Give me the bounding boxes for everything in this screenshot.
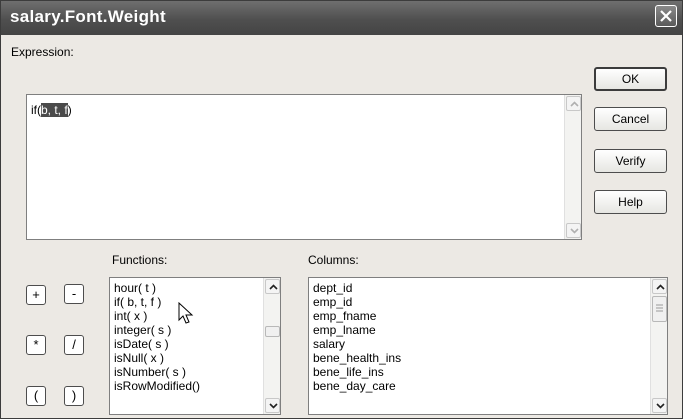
chevron-up-icon [570, 101, 579, 107]
minus-button[interactable]: - [64, 284, 84, 304]
open-paren-button[interactable]: ( [26, 386, 46, 406]
expression-dialog: salary.Font.Weight Expression: if(b, t, … [0, 0, 683, 419]
expression-text[interactable]: if(b, t, f) [31, 103, 72, 117]
close-paren-button[interactable]: ) [64, 386, 84, 406]
functions-scrollbar[interactable] [263, 278, 280, 414]
columns-scrollbar[interactable] [650, 278, 667, 414]
expression-prefix: if( [31, 103, 41, 117]
help-button[interactable]: Help [594, 190, 667, 214]
grip-icon [656, 304, 663, 312]
function-item[interactable]: if( b, t, f ) [114, 295, 161, 309]
expression-label: Expression: [11, 45, 74, 59]
scroll-up-button[interactable] [652, 279, 667, 294]
chevron-up-icon [269, 284, 278, 290]
scroll-thumb[interactable] [265, 326, 280, 337]
chevron-up-icon [656, 284, 665, 290]
window-title: salary.Font.Weight [10, 7, 166, 26]
scroll-down-button[interactable] [265, 398, 280, 413]
expression-suffix: ) [67, 103, 72, 117]
column-item[interactable]: emp_lname [313, 323, 376, 337]
chevron-down-icon [656, 403, 665, 409]
function-item[interactable]: int( x ) [114, 309, 147, 323]
expression-scrollbar[interactable] [564, 95, 581, 239]
plus-button[interactable]: + [26, 285, 46, 305]
close-icon [660, 10, 672, 22]
scroll-thumb[interactable] [652, 296, 667, 322]
multiply-button[interactable]: * [26, 335, 46, 355]
chevron-down-icon [570, 228, 579, 234]
function-item[interactable]: hour( t ) [114, 281, 156, 295]
column-item[interactable]: bene_life_ins [313, 365, 384, 379]
column-item[interactable]: bene_day_care [313, 379, 396, 393]
columns-list[interactable]: dept_id emp_id emp_fname emp_lname salar… [308, 277, 668, 415]
function-item[interactable]: isRowModified() [114, 379, 200, 393]
scroll-down-button[interactable] [566, 223, 581, 238]
verify-button[interactable]: Verify [594, 149, 667, 173]
column-item[interactable]: salary [313, 337, 345, 351]
function-item[interactable]: integer( s ) [114, 323, 171, 337]
column-item[interactable]: dept_id [313, 281, 352, 295]
expression-selection: b, t, f [41, 103, 68, 117]
functions-list[interactable]: hour( t ) if( b, t, f ) int( x ) integer… [109, 277, 281, 415]
title-bar: salary.Font.Weight [1, 1, 682, 35]
divide-button[interactable]: / [64, 335, 84, 355]
column-item[interactable]: emp_fname [313, 309, 376, 323]
function-item[interactable]: isNumber( s ) [114, 365, 186, 379]
cancel-button[interactable]: Cancel [594, 107, 667, 131]
chevron-down-icon [269, 403, 278, 409]
function-item[interactable]: isNull( x ) [114, 351, 164, 365]
scroll-up-button[interactable] [265, 279, 280, 294]
functions-label: Functions: [112, 253, 168, 267]
expression-editor[interactable]: if(b, t, f) [26, 94, 582, 240]
column-item[interactable]: emp_id [313, 295, 352, 309]
ok-button[interactable]: OK [594, 67, 667, 91]
close-button[interactable] [655, 5, 677, 27]
scroll-down-button[interactable] [652, 398, 667, 413]
mouse-pointer-icon [178, 302, 194, 324]
scroll-up-button[interactable] [566, 96, 581, 111]
function-item[interactable]: isDate( s ) [114, 337, 169, 351]
column-item[interactable]: bene_health_ins [313, 351, 401, 365]
columns-label: Columns: [308, 253, 359, 267]
